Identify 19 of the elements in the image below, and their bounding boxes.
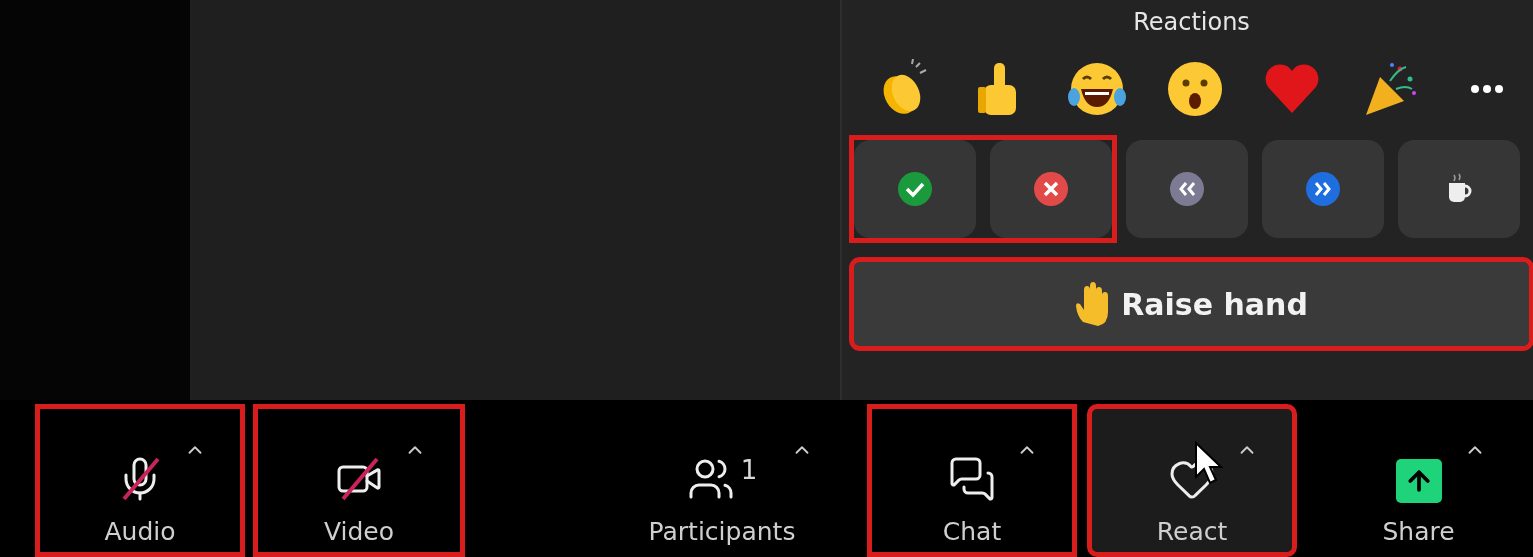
toolbar-button[interactable]: Video — [253, 404, 465, 557]
check-icon — [897, 171, 933, 207]
fast-forward-icon — [1305, 171, 1341, 207]
cross-icon — [1033, 171, 1069, 207]
rewind-icon — [1169, 171, 1205, 207]
more-icon — [1469, 85, 1505, 93]
panel-title: Reactions — [1133, 8, 1250, 36]
mouse-pointer-icon — [1194, 441, 1224, 485]
share-icon — [1395, 459, 1442, 503]
toolbar-button[interactable]: Audio — [35, 404, 245, 557]
camera-off-icon — [335, 455, 383, 503]
toolbar-button[interactable]: Share — [1312, 404, 1525, 557]
status-button[interactable] — [1398, 140, 1520, 238]
toolbar-button[interactable]: React — [1087, 404, 1297, 557]
participant-count: 1 — [740, 455, 758, 485]
toolbar-button[interactable]: 1 Participants — [592, 404, 852, 557]
toolbar-button[interactable]: Chat — [867, 404, 1077, 557]
chat-icon — [948, 455, 996, 503]
raised-hand-icon — [1075, 282, 1110, 326]
